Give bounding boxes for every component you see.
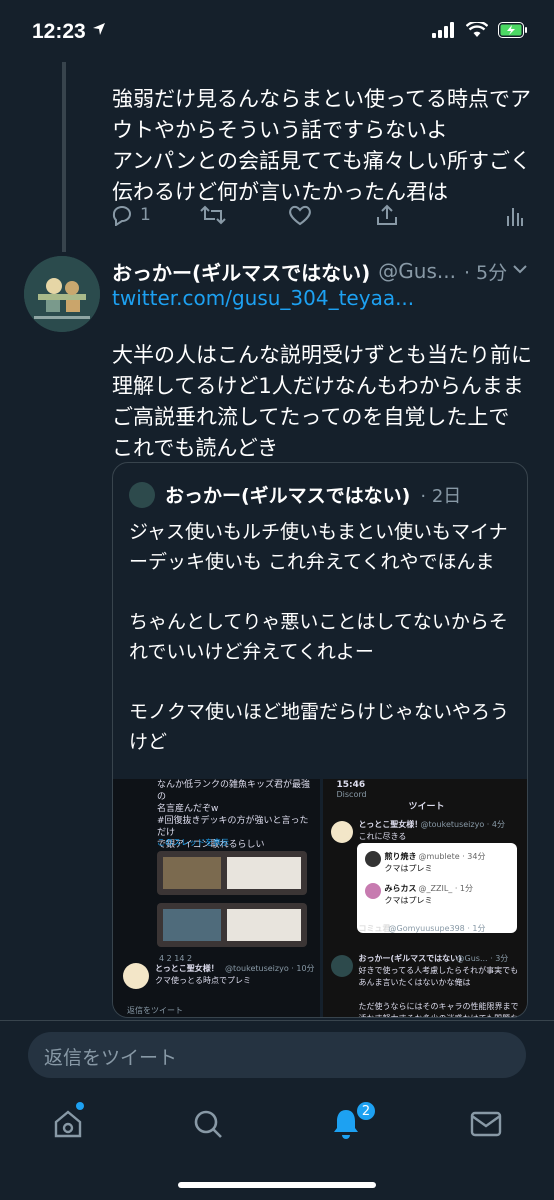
author-name: おっかー(ギルマスではない): [165, 485, 411, 507]
attached-image-right[interactable]: 15:46 Discord ツイート とっとこ聖女様！ @touketuseiz…: [322, 779, 527, 1017]
thread-connector-line: [62, 62, 66, 252]
status-time: 12:23: [32, 20, 86, 43]
location-arrow-icon: [93, 23, 105, 35]
tab-home[interactable]: [48, 1104, 88, 1144]
image-title: ツイート: [408, 802, 445, 812]
tab-search[interactable]: [188, 1104, 228, 1144]
new-content-dot: [76, 1102, 84, 1110]
like-button[interactable]: [288, 204, 312, 226]
reply-icon: [112, 206, 131, 226]
image-tweet-text: これに尽きる: [358, 832, 407, 841]
reply-bar: 返信をツイート: [0, 1020, 554, 1088]
avatar-image: [24, 256, 100, 332]
embedded-screenshot: 煎り焼き @mublete · 34分 クマはプレミ みらカス @_ZZIL_ …: [356, 843, 517, 933]
avatar: [330, 821, 353, 843]
reply-button[interactable]: 1: [110, 204, 151, 226]
quoted-tweet-text: ジャス使いもルチ使いもまとい使いもマイナーデッキ使いも これ弁えてくれやでほんま…: [129, 521, 510, 753]
avatar: [330, 955, 353, 977]
tweet-text: 強弱だけ見るんならまとい使ってる時点でアウトやからそういう話ですらないよ アンパ…: [112, 87, 531, 204]
heart-icon: [289, 205, 311, 226]
image-inner-handle: @_ZZIL_ · 1分: [418, 884, 474, 893]
analytics-icon: [507, 208, 523, 226]
notification-badge: 2: [355, 1100, 377, 1122]
tweet-link[interactable]: twitter.com/gusu_304_teyaa...: [112, 286, 414, 310]
tab-messages[interactable]: [466, 1104, 506, 1144]
avatar[interactable]: [24, 256, 100, 332]
status-indicators: [432, 22, 528, 38]
tweet-timestamp: · 5分: [463, 261, 508, 284]
image-reply-name: とっとこ聖女様！: [155, 964, 219, 973]
author-handle[interactable]: @Gus...: [378, 259, 456, 283]
quoted-tweet[interactable]: おっかー(ギルマスではない) · 2日 ジャス使いもルチ使いもまとい使いもマイナ…: [112, 462, 528, 1018]
search-icon: [194, 1110, 222, 1138]
image-inner-text: クマはプレミ: [384, 896, 433, 905]
tweet-action-bar: 1: [110, 204, 530, 236]
chevron-down-icon[interactable]: [512, 262, 528, 276]
tweet-timestamp: · 2日: [420, 485, 462, 507]
image-link: このスレッドを表示: [157, 838, 229, 847]
image-tweet-name: とっとこ聖女様！: [358, 820, 423, 829]
image-inner-handle: @Gomyuusupe398 · 1分: [388, 924, 486, 933]
avatar: [123, 963, 149, 989]
analytics-button[interactable]: [506, 204, 524, 226]
image-reply-name: おっかー(ギルマスではない): [358, 954, 462, 963]
reply-input[interactable]: 返信をツイート: [28, 1032, 526, 1078]
image-inner-name: 煎り焼き: [384, 852, 417, 861]
tweet-header: おっかー(ギルマスではない) @Gus... · 5分: [112, 256, 532, 286]
reply-count: 1: [140, 205, 151, 225]
retweet-icon: [200, 205, 226, 225]
signal-icon: [432, 22, 454, 38]
share-button[interactable]: [376, 204, 398, 226]
wifi-icon: [466, 22, 488, 37]
quoted-tweet-header: おっかー(ギルマスではない) · 2日: [129, 481, 461, 508]
author-name[interactable]: おっかー(ギルマスではない): [112, 257, 370, 286]
tweet-text: 大半の人はこんな説明受けずとも当たり前に理解してるけど1人だけなんもわからんまま…: [112, 343, 532, 460]
battery-charging-icon: [498, 22, 527, 38]
image-tweet-handle: @touketuseizyo · 4分: [420, 820, 505, 829]
retweet-button[interactable]: [200, 204, 226, 226]
home-indicator[interactable]: [178, 1182, 376, 1188]
image-thumb: [157, 851, 307, 895]
image-app: Discord: [336, 790, 367, 799]
share-icon: [377, 204, 397, 225]
image-reply-text: 好きで使ってる人考慮したらそれが事実でも あんま言いたくはないかな俺は ただ使う…: [358, 966, 519, 1017]
image-inner-name: コミュ君: [358, 924, 391, 933]
mail-icon: [470, 1111, 502, 1137]
home-icon: [54, 1110, 82, 1138]
image-reply-text: クマ使っとる時点でプレミ: [155, 976, 251, 985]
status-bar: 12:23: [0, 0, 554, 64]
image-inner-handle: @mublete · 34分: [418, 852, 486, 861]
image-inner-text: クマはプレミ: [384, 864, 433, 873]
attached-image-left[interactable]: なんか低ランクの雑魚キッズ君が最強の 名言産んだぞw #回復抜きデッキの方が強い…: [113, 779, 320, 1017]
image-inner-name: みらカス: [384, 884, 417, 893]
image-reply-handle: @touketuseizyo · 10分: [225, 964, 315, 973]
image-thumb: [157, 903, 307, 947]
image-reply-handle: @Gus... · 3分: [456, 954, 509, 963]
avatar: [129, 481, 155, 508]
quoted-tweet-images: なんか低ランクの雑魚キッズ君が最強の 名言産んだぞw #回復抜きデッキの方が強い…: [113, 779, 527, 1017]
image-footer: 返信をツイート: [127, 1006, 183, 1015]
